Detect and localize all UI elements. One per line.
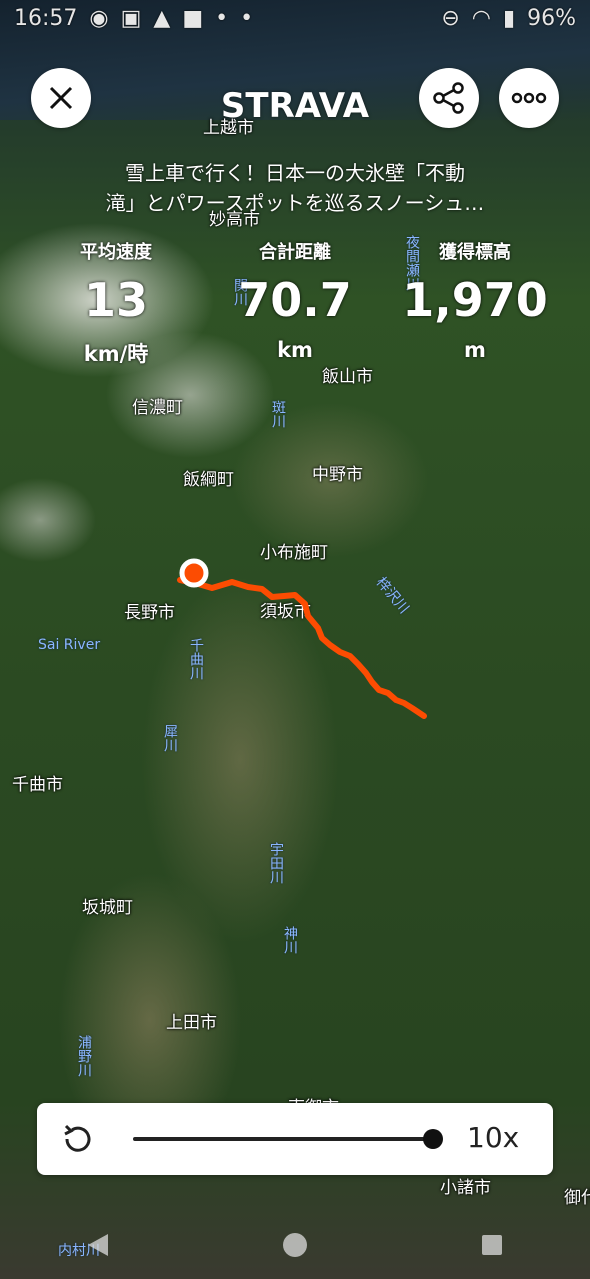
replay-icon[interactable] — [59, 1120, 97, 1158]
activity-title-line1: 雪上車で行く！日本一の大氷壁「不動 — [125, 161, 465, 185]
nav-home-button[interactable] — [275, 1225, 315, 1265]
stat-value: 13 — [83, 273, 148, 327]
close-button[interactable] — [31, 68, 91, 128]
activity-title: 雪上車で行く！日本一の大氷壁「不動 滝」とパワースポットを巡るスノーシュ… — [40, 158, 550, 218]
share-button[interactable] — [419, 68, 479, 128]
stat-average-speed: 平均速度 13 km/時 — [21, 238, 211, 368]
stat-label: 平均速度 — [80, 242, 152, 263]
stat-total-distance: 合計距離 70.7 km — [200, 238, 390, 362]
route-path — [177, 577, 427, 719]
activity-title-line2: 滝」とパワースポットを巡るスノーシュ… — [105, 191, 485, 215]
stat-label: 獲得標高 — [439, 242, 511, 263]
wifi-icon: ◠ — [471, 5, 491, 31]
messenger-icon: ◉ — [89, 5, 109, 31]
strava-logo: STRAVA — [220, 86, 370, 126]
more-icon — [511, 92, 547, 104]
back-icon — [88, 1233, 109, 1256]
stat-unit: km — [277, 338, 313, 362]
playback-slider-thumb[interactable] — [423, 1129, 443, 1149]
status-bar: 16:57 ◉ ▣ ▲ ■ • • ⊖ ◠ ▮ 96% — [0, 0, 590, 36]
nav-recents-button[interactable] — [472, 1225, 512, 1265]
nav-back-button[interactable] — [78, 1225, 118, 1265]
share-icon — [433, 82, 464, 114]
stat-unit: m — [464, 338, 486, 362]
home-icon — [282, 1232, 307, 1257]
playback-speed-button[interactable]: 10x — [467, 1121, 519, 1154]
playback-slider-track[interactable] — [133, 1137, 433, 1141]
stat-unit: km/時 — [83, 342, 149, 366]
square-icon: ■ — [182, 5, 204, 31]
warning-icon: ▲ — [153, 5, 171, 31]
stat-value: 70.7 — [238, 273, 352, 327]
route-start-marker — [179, 558, 209, 588]
app-icon: ▣ — [120, 5, 142, 31]
system-nav-bar — [0, 1210, 590, 1279]
playback-control: 10x — [37, 1103, 553, 1175]
stat-label: 合計距離 — [259, 242, 331, 263]
stat-value: 1,970 — [402, 273, 548, 327]
close-icon — [49, 86, 73, 110]
dot-icon: • — [215, 5, 229, 31]
more-options-button[interactable] — [499, 68, 559, 128]
stat-elevation-gain: 獲得標高 1,970 m — [380, 238, 570, 362]
battery-icon: ▮ — [502, 5, 516, 31]
status-time: 16:57 — [14, 5, 78, 31]
recents-icon — [481, 1234, 502, 1255]
battery-percent: 96% — [527, 5, 576, 31]
dot-icon: • — [240, 5, 254, 31]
dnd-icon: ⊖ — [441, 5, 460, 31]
